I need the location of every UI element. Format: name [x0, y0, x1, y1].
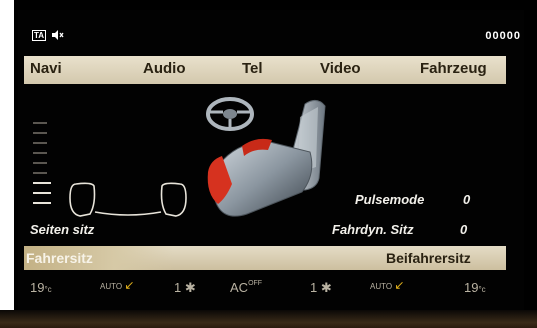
speaker-mute-icon	[52, 30, 64, 40]
left-auto-airflow-icon: AUTO ↙	[100, 278, 135, 292]
level-step	[33, 142, 47, 144]
left-fan-value: 1	[174, 280, 182, 295]
seat-illustration	[180, 92, 350, 222]
left-fan-level: 1 ✱	[174, 280, 196, 296]
right-temp-unit: °c	[478, 285, 486, 294]
menu-item-video[interactable]: Video	[320, 60, 361, 77]
left-auto-label: AUTO	[100, 282, 123, 291]
level-step	[33, 152, 47, 154]
status-left-group: TA	[32, 29, 64, 41]
pulse-mode-value: 0	[463, 192, 471, 207]
right-fan-value: 1	[310, 280, 318, 295]
tab-passenger-seat[interactable]: Beifahrersitz	[386, 250, 471, 266]
side-seat-label: Seiten sitz	[30, 222, 95, 237]
dynamic-seat-label[interactable]: Fahrdyn. Sitz	[332, 222, 414, 237]
right-temperature: 19°c	[464, 280, 486, 295]
right-auto-label: AUTO	[370, 282, 393, 291]
traffic-announcement-icon: TA	[32, 29, 47, 41]
bezel-bottom-trim	[0, 310, 537, 328]
level-step	[33, 182, 51, 184]
fan-icon: ✱	[184, 280, 196, 295]
menu-item-tel[interactable]: Tel	[242, 60, 263, 77]
right-fan-level: 1 ✱	[310, 280, 332, 296]
left-temp-value: 19	[30, 280, 45, 295]
right-temp-value: 19	[464, 280, 479, 295]
tab-driver-seat-label: Fahrersitz	[26, 250, 93, 266]
menu-item-fahrzeug[interactable]: Fahrzeug	[420, 60, 487, 77]
level-step	[33, 132, 47, 134]
steering-wheel-icon	[206, 97, 254, 131]
menu-item-audio[interactable]: Audio	[143, 60, 186, 77]
pulse-mode-label[interactable]: Pulsemode	[355, 192, 424, 207]
level-step	[33, 172, 47, 174]
level-step	[33, 192, 51, 194]
ac-status: ACOFF	[230, 280, 262, 295]
level-step	[33, 202, 51, 204]
tab-driver-seat[interactable]: Fahrersitz	[24, 246, 174, 270]
right-auto-airflow-icon: AUTO ↙	[370, 278, 405, 292]
ac-label: AC	[230, 280, 249, 295]
seat-selector-bar: Fahrersitz Beifahrersitz	[24, 246, 506, 270]
left-temperature: 19°c	[30, 280, 52, 295]
ac-off-label: OFF	[248, 280, 263, 287]
status-readout: 00000	[485, 30, 521, 42]
level-step	[33, 122, 47, 124]
seat-graphic	[206, 97, 326, 217]
side-bolster-outline-icon	[69, 182, 187, 217]
dynamic-seat-value: 0	[460, 222, 468, 237]
left-temp-unit: °c	[44, 285, 52, 294]
side-bolster-level-bar[interactable]	[33, 122, 55, 214]
climate-status-row: 19°c AUTO ↙ 1 ✱ ACOFF 1 ✱ AUTO ↙ 19°c	[24, 278, 506, 296]
menu-item-navi[interactable]: Navi	[30, 60, 62, 77]
main-menu-bar: Navi Audio Tel Video Fahrzeug	[24, 56, 506, 84]
level-step	[33, 162, 47, 164]
fan-icon: ✱	[320, 280, 332, 295]
